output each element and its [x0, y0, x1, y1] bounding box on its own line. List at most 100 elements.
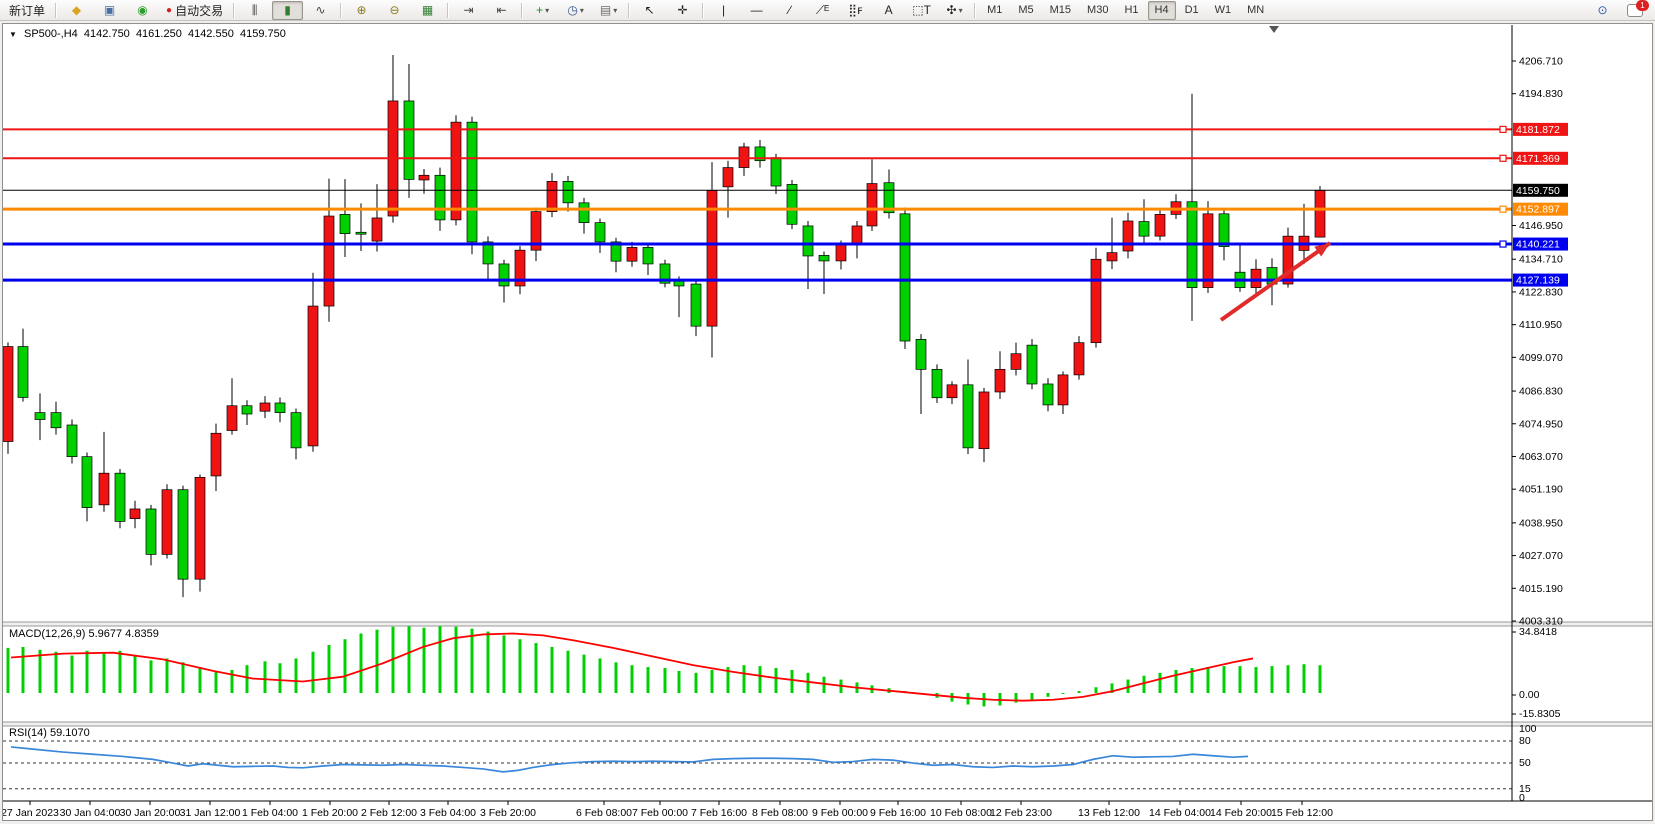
timeframe-mn-button[interactable]: MN	[1240, 1, 1271, 20]
svg-text:9 Feb 00:00: 9 Feb 00:00	[812, 807, 868, 819]
svg-text:3 Feb 20:00: 3 Feb 20:00	[480, 807, 536, 819]
equidistant-channel-icon[interactable]: ⟋ᴱ	[807, 1, 838, 20]
svg-text:100: 100	[1519, 723, 1537, 735]
ohlc-high: 4161.250	[136, 28, 182, 40]
svg-text:4140.221: 4140.221	[1516, 239, 1560, 251]
data-window-icon[interactable]: ▣	[94, 1, 125, 20]
svg-text:4171.369: 4171.369	[1516, 153, 1560, 165]
svg-text:4146.950: 4146.950	[1519, 220, 1563, 232]
chart-symbol-period: SP500-,H4	[24, 28, 78, 40]
market-watch-icon[interactable]: ◆	[61, 1, 92, 20]
one-click-trading-toggle-icon[interactable]: ▼	[9, 30, 17, 39]
timeframe-m15-button[interactable]: M15	[1043, 1, 1078, 20]
chart-window: ▼ SP500-,H4 4142.750 4161.250 4142.550 4…	[2, 23, 1653, 821]
period-icon[interactable]: ◷▾	[560, 1, 591, 20]
svg-text:12 Feb 23:00: 12 Feb 23:00	[990, 807, 1052, 819]
zoom-in-icon[interactable]: ⊕	[346, 1, 377, 20]
timeframe-h4-button[interactable]: H4	[1148, 1, 1176, 20]
trendline-icon[interactable]: ∕	[774, 1, 805, 20]
horizontal-line-icon[interactable]: —	[741, 1, 772, 20]
svg-text:50: 50	[1519, 757, 1531, 769]
svg-text:0: 0	[1519, 792, 1525, 804]
timeframe-d1-button[interactable]: D1	[1178, 1, 1206, 20]
chart-canvas[interactable]: 4206.710 4194.830 4146.950 4134.710 4122.830…	[3, 24, 1652, 820]
svg-text:3 Feb 04:00: 3 Feb 04:00	[420, 807, 476, 819]
svg-text:6 Feb 08:00: 6 Feb 08:00	[576, 807, 632, 819]
svg-text:4110.950: 4110.950	[1519, 319, 1562, 331]
notifications-icon[interactable]: 1	[1627, 4, 1643, 17]
toolbar-separator	[628, 3, 630, 18]
svg-text:2 Feb 12:00: 2 Feb 12:00	[361, 807, 417, 819]
svg-text:4194.830: 4194.830	[1519, 88, 1563, 100]
toolbar-separator	[974, 3, 976, 18]
toolbar-separator	[702, 3, 704, 18]
timeframe-m1-button[interactable]: M1	[980, 1, 1009, 20]
svg-text:80: 80	[1519, 735, 1531, 747]
dropdown-caret-icon: ▾	[580, 6, 584, 15]
timeframe-m30-button[interactable]: M30	[1080, 1, 1115, 20]
bar-chart-icon[interactable]: ⫼	[239, 1, 270, 20]
add-indicator-icon[interactable]: +▾	[527, 1, 558, 20]
zoom-out-icon[interactable]: ⊖	[379, 1, 410, 20]
svg-text:4074.950: 4074.950	[1519, 418, 1563, 430]
fibonacci-icon[interactable]: ⣿ꜰ	[840, 1, 871, 20]
svg-text:14 Feb 20:00: 14 Feb 20:00	[1210, 807, 1272, 819]
navigator-icon[interactable]: ◉	[127, 1, 158, 20]
timeframe-w1-button[interactable]: W1	[1208, 1, 1239, 20]
chart-title: ▼ SP500-,H4 4142.750 4161.250 4142.550 4…	[9, 28, 286, 40]
svg-text:4099.070: 4099.070	[1519, 352, 1563, 364]
vertical-line-icon[interactable]: |	[708, 1, 739, 20]
ohlc-open: 4142.750	[84, 28, 130, 40]
svg-text:4159.750: 4159.750	[1516, 185, 1560, 197]
crosshair-icon[interactable]: ✛	[667, 1, 698, 20]
svg-text:30 Jan 04:00: 30 Jan 04:00	[60, 807, 121, 819]
svg-text:-15.8305: -15.8305	[1519, 708, 1561, 720]
toolbar-separator	[233, 3, 235, 18]
autotrading-status-icon: ●	[166, 5, 172, 16]
main-toolbar: 新订单 ◆▣◉●自动交易 ⫼▮∿ ⊕⊖▦ ⇥⇤ +▾◷▾▤▾ ↖✛ |—∕⟋ᴱ⣿ꜰA⬚T✣▾ M…	[0, 0, 1655, 21]
template-icon[interactable]: ▤▾	[593, 1, 624, 20]
svg-text:4134.710: 4134.710	[1519, 254, 1563, 266]
timeframe-h1-button[interactable]: H1	[1117, 1, 1145, 20]
dropdown-caret-icon: ▾	[959, 6, 963, 15]
toolbar-separator	[55, 3, 57, 18]
svg-text:15 Feb 12:00: 15 Feb 12:00	[1271, 807, 1333, 819]
svg-text:1 Feb 04:00: 1 Feb 04:00	[242, 807, 298, 819]
svg-text:4206.710: 4206.710	[1519, 56, 1563, 68]
svg-text:13 Feb 12:00: 13 Feb 12:00	[1078, 807, 1140, 819]
new-order-button[interactable]: 新订单	[3, 1, 51, 20]
tile-windows-icon[interactable]: ▦	[412, 1, 443, 20]
ohlc-low: 4142.550	[188, 28, 234, 40]
chart-shift-icon[interactable]: ⇤	[486, 1, 517, 20]
text-icon[interactable]: A	[873, 1, 904, 20]
svg-text:4152.897: 4152.897	[1516, 204, 1560, 216]
arrows-icon[interactable]: ✣▾	[939, 1, 970, 20]
svg-text:7 Feb 16:00: 7 Feb 16:00	[691, 807, 747, 819]
svg-text:4038.950: 4038.950	[1519, 517, 1563, 529]
svg-text:4051.190: 4051.190	[1519, 484, 1563, 496]
svg-text:4086.830: 4086.830	[1519, 386, 1563, 398]
svg-text:14 Feb 04:00: 14 Feb 04:00	[1149, 807, 1211, 819]
search-icon[interactable]: ⊙	[1587, 1, 1618, 20]
svg-text:27 Jan 2023: 27 Jan 2023	[3, 807, 59, 819]
auto-scroll-icon[interactable]: ⇥	[453, 1, 484, 20]
text-label-icon[interactable]: ⬚T	[906, 1, 937, 20]
cursor-icon[interactable]: ↖	[634, 1, 665, 20]
svg-text:30 Jan 20:00: 30 Jan 20:00	[120, 807, 181, 819]
svg-text:34.8418: 34.8418	[1519, 626, 1557, 638]
svg-text:4015.190: 4015.190	[1519, 583, 1563, 595]
macd-pane-label: MACD(12,26,9) 5.9677 4.8359	[9, 628, 159, 640]
dropdown-caret-icon: ▾	[545, 6, 549, 15]
notification-badge: 1	[1636, 0, 1649, 11]
svg-text:9 Feb 16:00: 9 Feb 16:00	[870, 807, 926, 819]
autotrading-button[interactable]: ●自动交易	[160, 1, 229, 20]
svg-text:4122.830: 4122.830	[1519, 286, 1563, 298]
svg-text:4027.070: 4027.070	[1519, 550, 1563, 562]
timeframe-m5-button[interactable]: M5	[1011, 1, 1040, 20]
svg-text:0.00: 0.00	[1519, 689, 1540, 701]
ohlc-close: 4159.750	[240, 28, 286, 40]
candlestick-chart-icon[interactable]: ▮	[272, 1, 303, 20]
toolbar-separator	[521, 3, 523, 18]
line-chart-icon[interactable]: ∿	[305, 1, 336, 20]
svg-text:31 Jan 12:00: 31 Jan 12:00	[180, 807, 241, 819]
